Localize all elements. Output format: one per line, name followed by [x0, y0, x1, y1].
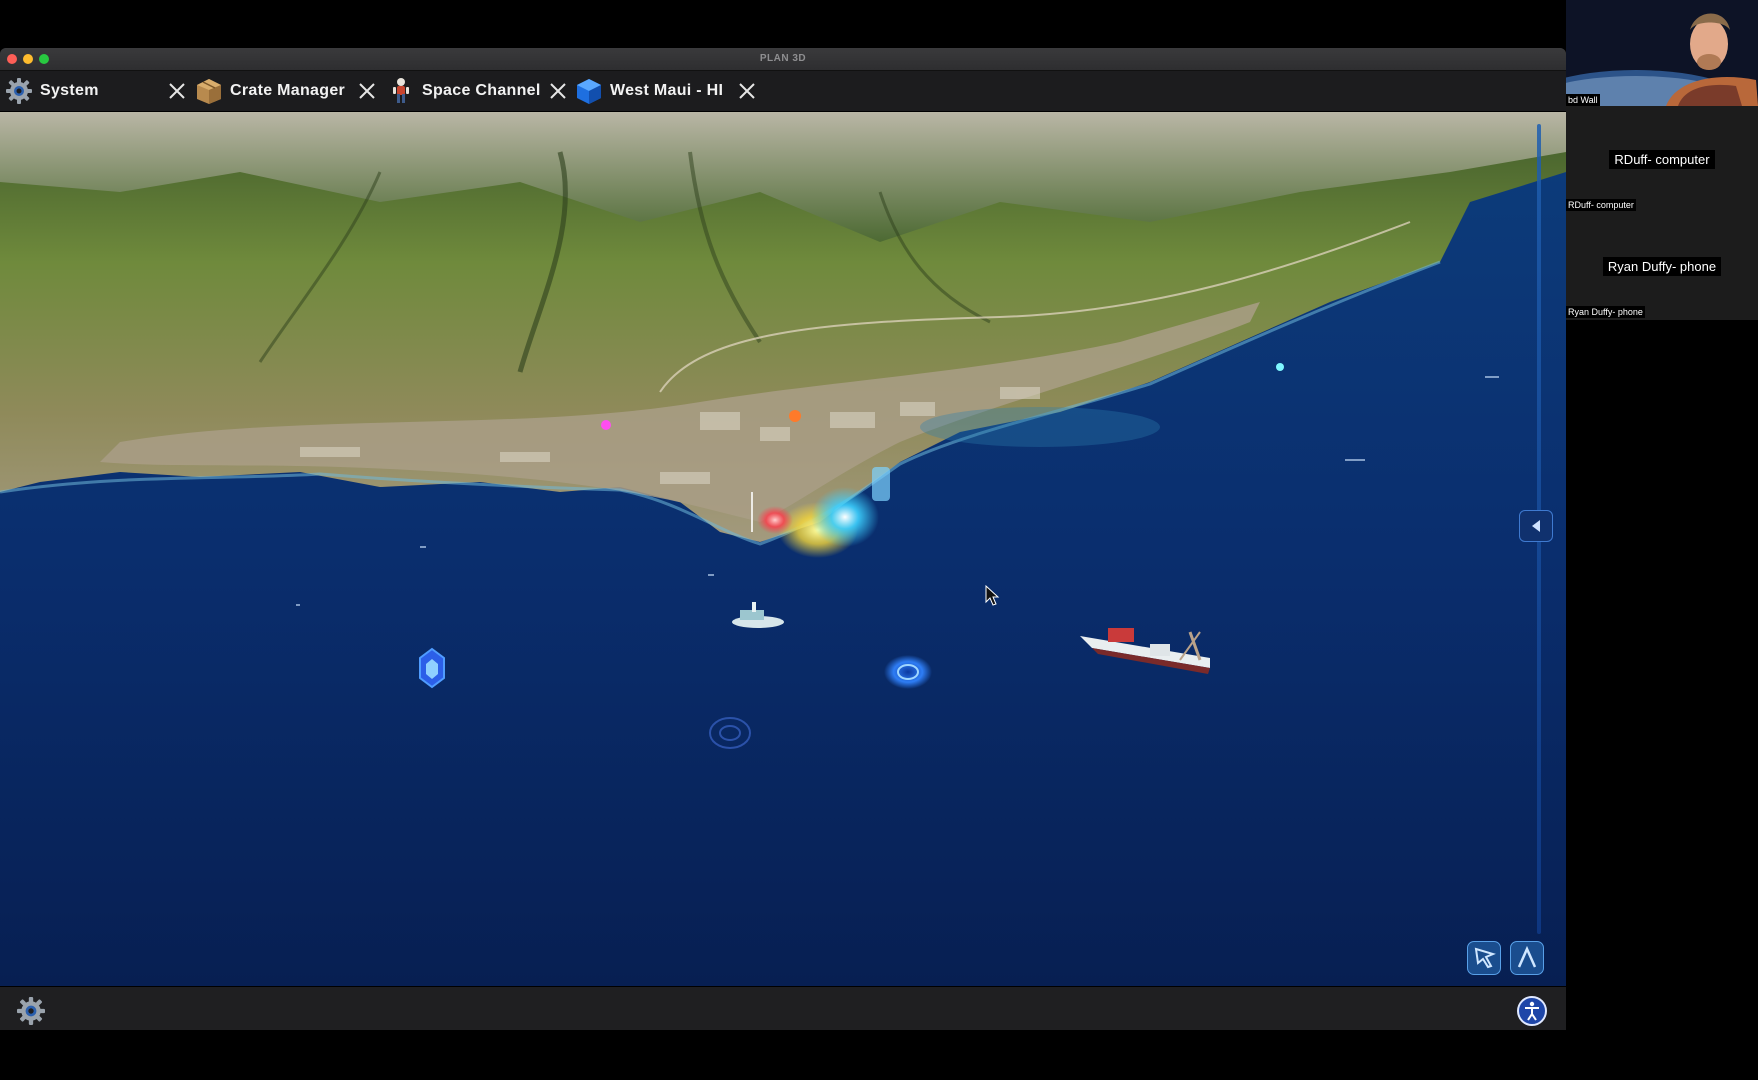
tab-label: Crate Manager — [230, 82, 346, 99]
select-tool-button[interactable] — [1467, 941, 1501, 975]
collapse-panel-button[interactable] — [1519, 510, 1553, 542]
webcam-feed — [1566, 0, 1758, 106]
participant-label: RDuff- computer — [1566, 199, 1636, 211]
map-marker-pink — [601, 420, 611, 430]
close-tab-space-channel-icon[interactable] — [548, 81, 568, 101]
tab-bar: System Crate Manager Space Channel West … — [0, 71, 1566, 112]
map-scene — [0, 112, 1566, 986]
title-bar: PLAN 3D — [0, 48, 1566, 71]
participant-title: Ryan Duffy- phone — [1566, 257, 1758, 276]
caret-up-icon — [1517, 945, 1537, 968]
tab-space-channel[interactable]: Space Channel — [386, 71, 541, 111]
tab-label: West Maui - HI — [610, 82, 724, 99]
participant-label: Ryan Duffy- phone — [1566, 306, 1645, 318]
beacon-cyan — [811, 487, 879, 547]
ring-marker-bright — [884, 655, 932, 689]
close-tab-west-maui-icon[interactable] — [737, 81, 757, 101]
participant-title: RDuff- computer — [1566, 150, 1758, 169]
crate-icon — [194, 76, 224, 106]
beacon-tower — [872, 467, 890, 501]
map-marker-orange — [789, 410, 801, 422]
gear-icon — [4, 76, 34, 106]
draw-tool-button[interactable] — [1510, 941, 1544, 975]
camera-tile[interactable]: bd Wall — [1566, 0, 1758, 106]
close-tab-crate-manager-icon[interactable] — [357, 81, 377, 101]
chevron-left-icon — [1532, 520, 1540, 532]
close-tab-system-icon[interactable] — [167, 81, 187, 101]
settings-gear-icon[interactable] — [17, 997, 45, 1025]
accessibility-button[interactable] — [1517, 996, 1547, 1026]
map-marker-cyan — [1276, 363, 1284, 371]
blue-cube-icon — [574, 76, 604, 106]
accessibility-icon — [1525, 1001, 1539, 1021]
camera-name: bd Wall — [1566, 94, 1600, 106]
app-window: PLAN 3D System Crate Manager Space Chann… — [0, 48, 1566, 1030]
cursor-icon — [1474, 947, 1496, 969]
tab-label: System — [40, 82, 99, 99]
map-viewport[interactable] — [0, 112, 1566, 986]
tab-system[interactable]: System — [4, 71, 99, 111]
beacon-red — [757, 506, 793, 534]
video-call-panel: bd Wall RDuff- computer RDuff- computer … — [1566, 0, 1758, 320]
tab-label: Space Channel — [422, 82, 541, 99]
bottom-bar — [0, 986, 1566, 1030]
tab-west-maui[interactable]: West Maui - HI — [574, 71, 723, 111]
window-title: PLAN 3D — [759, 53, 807, 64]
astronaut-icon — [386, 76, 416, 106]
tab-crate-manager[interactable]: Crate Manager — [194, 71, 345, 111]
